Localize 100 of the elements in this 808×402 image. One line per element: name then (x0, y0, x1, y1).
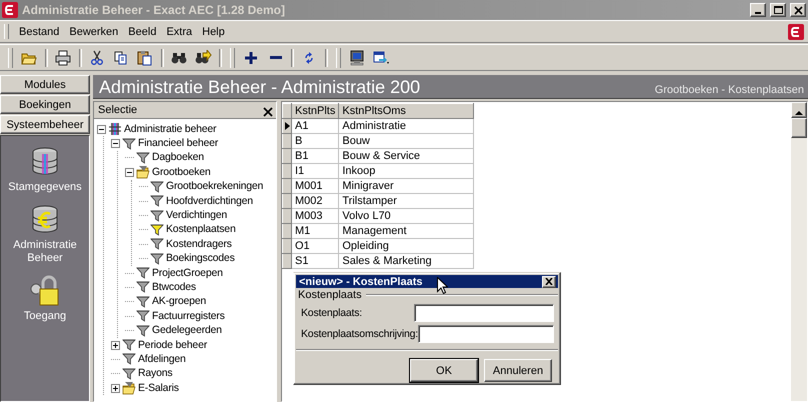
field-label: Kostenplaatsomschrijving: (301, 328, 418, 340)
column-header[interactable]: KstnPltsOms (338, 104, 474, 118)
menu-item[interactable]: Beeld (124, 24, 160, 40)
minus-icon (270, 56, 282, 59)
table-cell: B1 (292, 148, 339, 164)
window-title: Administratie Beheer - Exact AEC [1.28 Demo] (22, 3, 286, 17)
close-icon (792, 5, 804, 15)
page-title: Administratie Beheer - Administratie 200 (99, 76, 420, 98)
tree-item[interactable]: Boekingscodes (166, 252, 235, 266)
module-tab[interactable]: Boekingen (0, 95, 90, 114)
app-logo-icon (788, 24, 804, 40)
table-cell: Bouw (338, 134, 474, 148)
window-dropdown-icon (373, 50, 390, 66)
folder-filter-icon (136, 165, 150, 180)
close-button[interactable] (263, 105, 273, 115)
tree-item[interactable]: E-Salaris (138, 382, 179, 395)
expand-toggle-icon[interactable] (111, 340, 120, 350)
current-row-icon (283, 121, 291, 131)
minimize-icon (755, 12, 761, 14)
plus-icon (243, 50, 260, 66)
module-tab[interactable]: Systeembeheer (0, 115, 90, 134)
cursor-icon (437, 277, 448, 294)
collapse-toggle-icon[interactable] (125, 168, 134, 177)
tree-item[interactable]: Rayons (138, 367, 172, 380)
maximize-button[interactable] (770, 3, 786, 17)
table-cell: Administratie (338, 118, 474, 134)
table-cell: M003 (292, 208, 339, 224)
ok-button[interactable]: OK (410, 359, 478, 382)
module-label[interactable]: Administratie Beheer (5, 239, 85, 265)
module-label[interactable]: Stamgegevens (5, 181, 85, 194)
table-cell: B (292, 134, 339, 148)
database-icon (108, 122, 122, 136)
table-cell: Opleiding (338, 238, 474, 254)
table-cell: M1 (292, 224, 339, 238)
field-label: Kostenplaats: (301, 307, 364, 319)
row-header[interactable] (282, 118, 292, 134)
column-header[interactable]: KstnPlts (292, 104, 339, 118)
up-arrow-icon (795, 110, 803, 115)
module-tab[interactable]: Modules (0, 75, 90, 94)
group-label: Kostenplaats (298, 289, 362, 301)
table-cell: O1 (292, 238, 339, 254)
panel-title: Selectie (98, 104, 138, 116)
table-cell: Sales & Marketing (338, 254, 474, 268)
binoculars-arrow-icon (195, 50, 212, 66)
tree-item[interactable]: Periode beheer (138, 338, 208, 352)
tree-item[interactable]: Factuurregisters (152, 310, 225, 323)
paste-icon (137, 50, 154, 66)
breadcrumb: Grootboeken - Kostenplaatsen (654, 83, 804, 98)
table-cell: Volvo L70 (338, 208, 474, 224)
scrollbar[interactable] (791, 102, 807, 401)
folder-filter-icon (122, 381, 136, 396)
close-button[interactable] (542, 276, 556, 288)
table-cell: M001 (292, 178, 339, 194)
module-label[interactable]: Toegang (5, 310, 85, 323)
expand-toggle-icon[interactable] (111, 384, 120, 393)
app-logo-icon (2, 2, 18, 18)
collapse-toggle-icon[interactable] (97, 124, 106, 134)
lock-keys-icon[interactable] (29, 275, 61, 307)
maximize-icon (772, 5, 784, 15)
tree-item[interactable]: ProjectGroepen (152, 266, 223, 280)
table-cell: I1 (292, 164, 339, 178)
tree-item[interactable]: Verdichtingen (166, 209, 228, 222)
menu-item[interactable]: Help (198, 24, 229, 40)
tree-item[interactable]: Dagboeken (152, 151, 204, 164)
computer-icon (349, 50, 366, 66)
scroll-up-button[interactable] (791, 102, 807, 118)
minimize-button[interactable] (750, 3, 766, 17)
tree-item[interactable]: Kostenplaatsen (166, 223, 236, 236)
input-field[interactable] (418, 325, 554, 343)
tree-item[interactable]: Hoofdverdichtingen (166, 194, 253, 208)
printer-icon (55, 50, 72, 66)
cancel-button[interactable]: Annuleren (484, 359, 552, 382)
tree-item[interactable]: Afdelingen (138, 352, 186, 366)
tree-item[interactable]: Grootboekrekeningen (166, 180, 264, 194)
tree-item[interactable]: Financieel beheer (138, 137, 218, 150)
scroll-thumb[interactable] (791, 118, 807, 138)
tree-item[interactable]: Administratie beheer (124, 122, 216, 136)
collapse-toggle-icon[interactable] (111, 139, 120, 148)
tree-item[interactable]: Btwcodes (152, 280, 196, 294)
close-icon (545, 278, 553, 285)
table-cell: Minigraver (338, 178, 474, 194)
tree-item[interactable]: AK-groepen (152, 295, 206, 308)
table-cell: S1 (292, 254, 339, 268)
dialog-title: <nieuw> - KostenPlaats (299, 276, 422, 288)
close-button[interactable] (790, 3, 806, 17)
table-cell: A1 (292, 118, 339, 134)
table-cell: M002 (292, 194, 339, 208)
tree-item[interactable]: Grootboeken (152, 166, 211, 179)
menu-item[interactable]: Bewerken (65, 24, 122, 40)
scissors-icon (89, 50, 106, 66)
tree-item[interactable]: Gedelegeerden (152, 324, 222, 338)
table-cell: Bouw & Service (338, 148, 474, 164)
menu-item[interactable]: Bestand (15, 24, 64, 40)
input-field[interactable] (414, 304, 554, 322)
close-icon (263, 107, 273, 117)
menu-item[interactable]: Extra (162, 24, 196, 40)
tree-item[interactable]: Kostendragers (166, 238, 232, 251)
table-cell: Trilstamper (338, 194, 474, 208)
table-cell: Management (338, 224, 474, 238)
table-cell: Inkoop (338, 164, 474, 178)
